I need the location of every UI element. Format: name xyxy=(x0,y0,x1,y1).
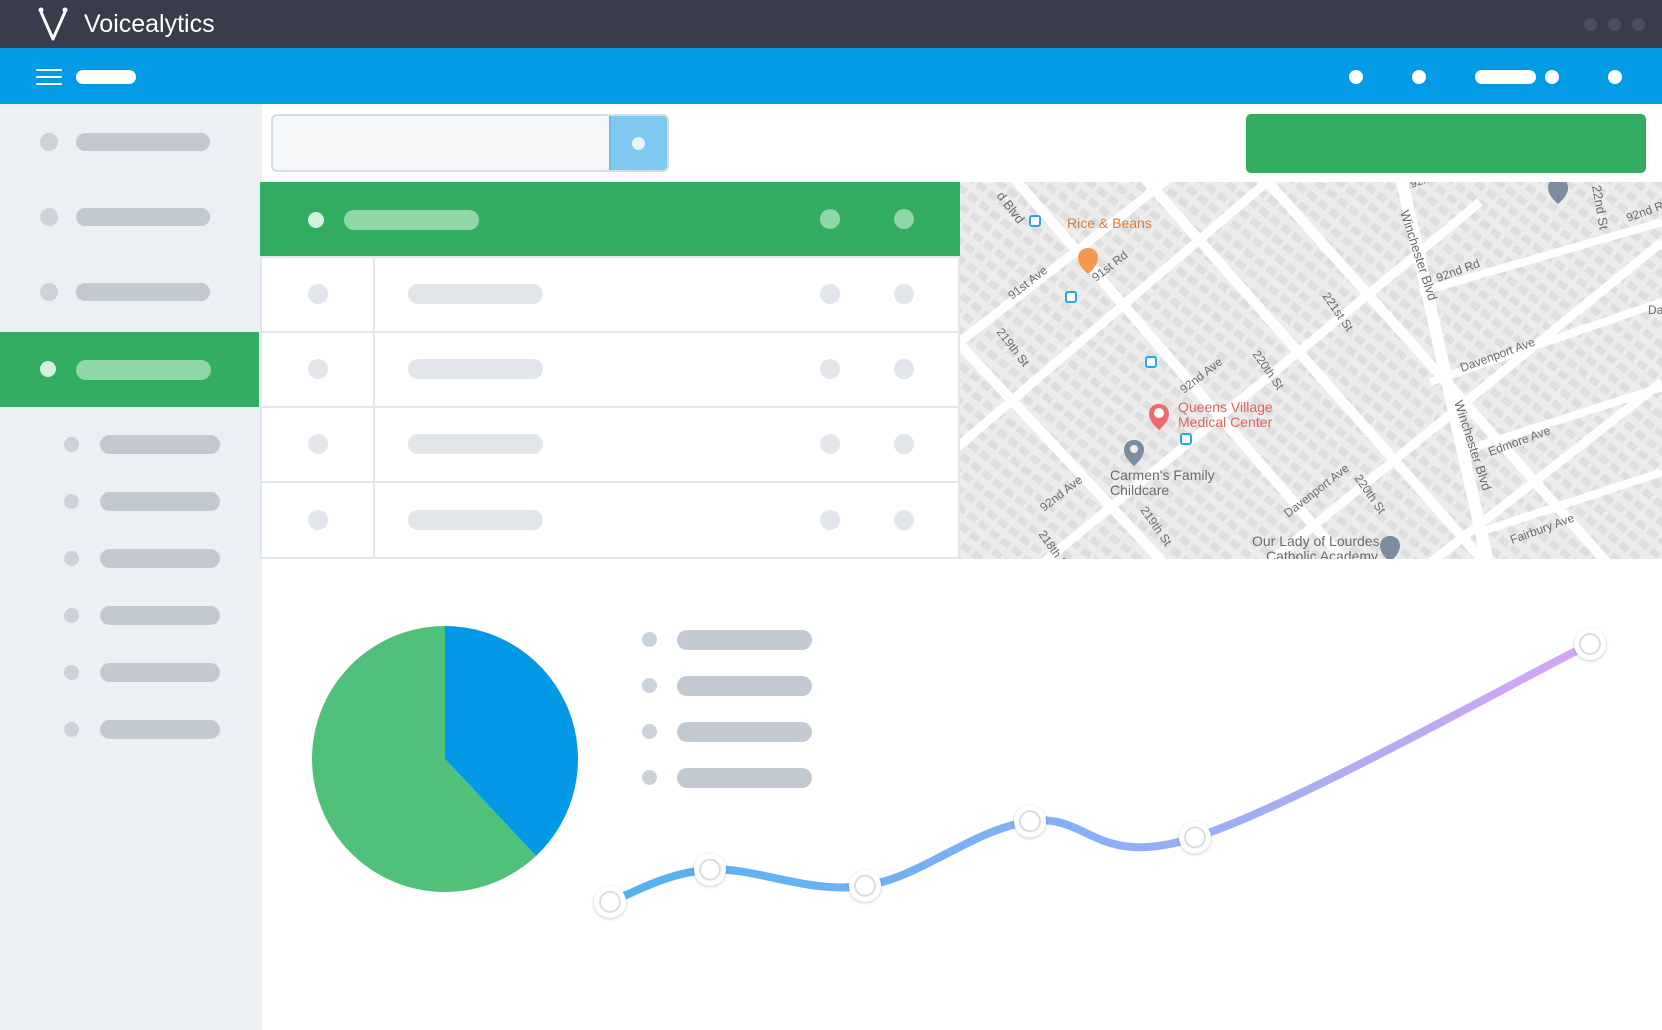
sidebar-item-icon xyxy=(40,361,56,377)
sidebar-item-icon xyxy=(40,208,58,226)
table-row[interactable] xyxy=(260,331,960,408)
title-bar: Voicealytics xyxy=(0,0,1662,48)
header-column-label-placeholder[interactable] xyxy=(344,210,479,230)
sidebar-subitem-icon xyxy=(64,722,79,737)
line-chart xyxy=(594,628,1606,918)
sidebar-subitem[interactable] xyxy=(0,474,262,528)
sidebar-subitem[interactable] xyxy=(0,702,262,756)
sidebar-subitem-icon xyxy=(64,608,79,623)
search-icon xyxy=(632,137,645,150)
search-field[interactable] xyxy=(271,114,669,172)
sidebar-subitem-label-placeholder xyxy=(100,663,220,682)
line-point-2[interactable] xyxy=(694,853,726,886)
row-text-placeholder xyxy=(408,284,543,304)
window-minimize-button[interactable] xyxy=(1584,18,1597,31)
window-close-button[interactable] xyxy=(1632,18,1645,31)
sidebar-subitem-icon xyxy=(64,494,79,509)
row-action-icon-2[interactable] xyxy=(894,359,914,379)
table-row[interactable] xyxy=(260,481,960,559)
sidebar-subitem[interactable] xyxy=(0,531,262,585)
row-action-icon-2[interactable] xyxy=(894,284,914,304)
primary-action-button[interactable] xyxy=(1246,114,1646,173)
window-maximize-button[interactable] xyxy=(1608,18,1621,31)
search-button[interactable] xyxy=(609,116,667,170)
sidebar-item-icon xyxy=(40,283,58,301)
row-text-placeholder xyxy=(408,434,543,454)
sidebar-item-label-placeholder xyxy=(76,208,210,226)
pie-chart xyxy=(312,626,578,892)
row-action-icon-1[interactable] xyxy=(820,359,840,379)
row-action-icon-1[interactable] xyxy=(820,434,840,454)
row-checkbox-icon[interactable] xyxy=(308,284,328,304)
map-poi-lourdes-2[interactable]: Catholic Academy xyxy=(1266,548,1378,559)
header-sort-icon-2[interactable] xyxy=(894,209,914,229)
sidebar-subitem-icon xyxy=(64,551,79,566)
sidebar-subitem[interactable] xyxy=(0,588,262,642)
row-action-icon-2[interactable] xyxy=(894,510,914,530)
sidebar-subitem-label-placeholder xyxy=(100,549,220,568)
appbar-action-icon-1[interactable] xyxy=(1349,70,1363,84)
appbar-user-avatar-icon[interactable] xyxy=(1545,70,1559,84)
map-view[interactable]: Rice & Beans Queens Village Medical Cent… xyxy=(960,182,1662,559)
sidebar-subitem-icon xyxy=(64,665,79,680)
line-point-4[interactable] xyxy=(1014,805,1046,838)
map-poi-carmen-2[interactable]: Childcare xyxy=(1110,482,1169,498)
sidebar-item-label-placeholder xyxy=(76,133,210,151)
sidebar-subitem-icon xyxy=(64,437,79,452)
data-table xyxy=(260,182,960,559)
sidebar-subitem-label-placeholder xyxy=(100,492,220,511)
row-checkbox-icon[interactable] xyxy=(308,359,328,379)
appbar-user-name-placeholder[interactable] xyxy=(1475,70,1536,84)
map-poi-qv-medical-1[interactable]: Queens Village xyxy=(1178,399,1273,415)
appbar-overflow-icon[interactable] xyxy=(1608,70,1622,84)
map-poi-qv-medical-2[interactable]: Medical Center xyxy=(1178,414,1272,430)
line-point-6[interactable] xyxy=(1574,628,1606,660)
sidebar-item[interactable] xyxy=(0,254,262,329)
row-action-icon-1[interactable] xyxy=(820,284,840,304)
sidebar-item-icon xyxy=(40,133,58,151)
line-point-3[interactable] xyxy=(849,869,881,902)
hamburger-menu-icon[interactable] xyxy=(36,69,62,85)
row-text-placeholder xyxy=(408,359,543,379)
appbar-title-placeholder xyxy=(76,70,136,84)
row-checkbox-icon[interactable] xyxy=(308,434,328,454)
row-checkbox-icon[interactable] xyxy=(308,510,328,530)
voicealytics-v-logo-icon xyxy=(38,7,68,41)
sidebar-item[interactable] xyxy=(0,104,262,179)
sidebar-subitem-label-placeholder xyxy=(100,435,220,454)
map-poi-carmen-1[interactable]: Carmen's Family xyxy=(1110,467,1215,483)
map-street-label: Da xyxy=(1648,303,1662,317)
app-title: Voicealytics xyxy=(84,10,215,38)
row-text-placeholder xyxy=(408,510,543,530)
table-row[interactable] xyxy=(260,256,960,333)
map-poi-rice-beans[interactable]: Rice & Beans xyxy=(1067,215,1152,231)
sidebar-item-label-placeholder xyxy=(76,283,210,301)
row-action-icon-1[interactable] xyxy=(820,510,840,530)
header-sort-icon-1[interactable] xyxy=(820,209,840,229)
line-series xyxy=(606,640,1594,906)
line-point-1[interactable] xyxy=(594,885,626,918)
table-header xyxy=(260,182,960,256)
header-checkbox-icon[interactable] xyxy=(308,212,324,228)
sidebar-item-label-placeholder xyxy=(76,360,211,380)
row-action-icon-2[interactable] xyxy=(894,434,914,454)
sidebar-item[interactable] xyxy=(0,179,262,254)
sidebar-item-active[interactable] xyxy=(0,332,259,407)
line-point-5[interactable] xyxy=(1179,821,1211,854)
street-map: Rice & Beans Queens Village Medical Cent… xyxy=(960,182,1662,559)
map-poi-lourdes-1[interactable]: Our Lady of Lourdes xyxy=(1252,533,1380,549)
sidebar-subitem[interactable] xyxy=(0,645,262,699)
table-row[interactable] xyxy=(260,406,960,483)
sidebar-subitem-label-placeholder xyxy=(100,720,220,739)
sidebar-subitem[interactable] xyxy=(0,417,262,471)
appbar-action-icon-2[interactable] xyxy=(1412,70,1426,84)
sidebar xyxy=(0,104,262,1030)
sidebar-subitem-label-placeholder xyxy=(100,606,220,625)
